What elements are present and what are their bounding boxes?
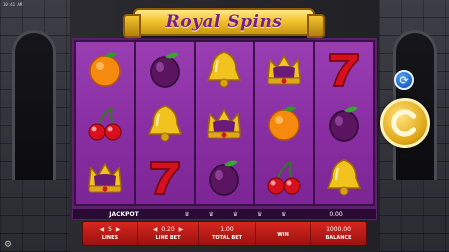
logo-title: Royal Spins [165,12,283,32]
total-bet-value: 1.00 [220,226,234,233]
crown-icon: ♛ [208,210,214,218]
crown-icon [82,154,128,200]
spin-arrow-icon [391,109,417,137]
win-display: WIN [256,222,310,245]
reel-4 [255,42,314,204]
lines-decrease-button[interactable]: ◀ [99,226,104,233]
line-bet-label: LINE BET [155,235,181,241]
cherries-icon [82,100,128,146]
total-bet-display: 1.00 TOTAL BET [199,222,255,245]
reel-grid [72,38,377,208]
lines-increase-button[interactable]: ▶ [116,226,121,233]
plum-icon [201,154,247,200]
line-bet-increase-button[interactable]: ▶ [179,226,184,233]
status-bar: 10:41 AM [3,2,23,7]
line-bet-value: 0.20 [161,226,175,233]
jackpot-symbols: ♛ ♛ ♛ ♛ ♛ [175,211,296,218]
autoplay-button[interactable]: ⟳ [394,70,414,90]
reel-5 [315,42,373,204]
reel-3 [195,42,254,204]
reel-2 [135,42,194,204]
spin-button[interactable] [380,98,430,148]
settings-gear-icon[interactable]: ⚙ [4,240,14,250]
cherries-icon [261,154,307,200]
lines-value: 5 [108,226,112,233]
bell-icon [321,154,367,200]
seven-icon [321,46,367,92]
win-label: WIN [277,231,289,238]
lines-label: LINES [101,235,119,241]
line-bet-control: ◀ 0.20 ▶ LINE BET [138,222,198,245]
crown-icon [201,100,247,146]
control-panel: ◀ 5 ▶ LINES ◀ 0.20 ▶ LINE BET 1.00 TOTAL… [82,221,367,246]
seven-icon [142,154,188,200]
crown-icon: ♛ [184,210,190,218]
window-arch-left [12,30,56,180]
balance-value: 1000.00 [326,226,351,233]
jackpot-bar: JACKPOT ♛ ♛ ♛ ♛ ♛ 0.00 [72,208,377,220]
bell-icon [201,46,247,92]
jackpot-label: JACKPOT [109,210,139,218]
crown-icon [261,46,307,92]
crown-icon: ♛ [232,210,239,218]
line-bet-decrease-button[interactable]: ◀ [153,226,158,233]
jackpot-value: 0.00 [329,210,343,218]
lines-control: ◀ 5 ▶ LINES [83,222,137,245]
stone-wall-left [0,0,70,252]
balance-display: 1000.00 BALANCE [311,222,366,245]
balance-label: BALANCE [325,235,352,241]
orange-icon [82,46,128,92]
plum-icon [321,100,367,146]
orange-icon [261,100,307,146]
crown-icon: ♛ [281,210,287,218]
game-logo: Royal Spins [123,8,325,38]
crown-icon: ♛ [256,210,263,218]
total-bet-label: TOTAL BET [211,235,243,241]
bell-icon [142,100,188,146]
refresh-icon: ⟳ [399,73,409,87]
plum-icon [142,46,188,92]
reel-1 [76,42,134,204]
